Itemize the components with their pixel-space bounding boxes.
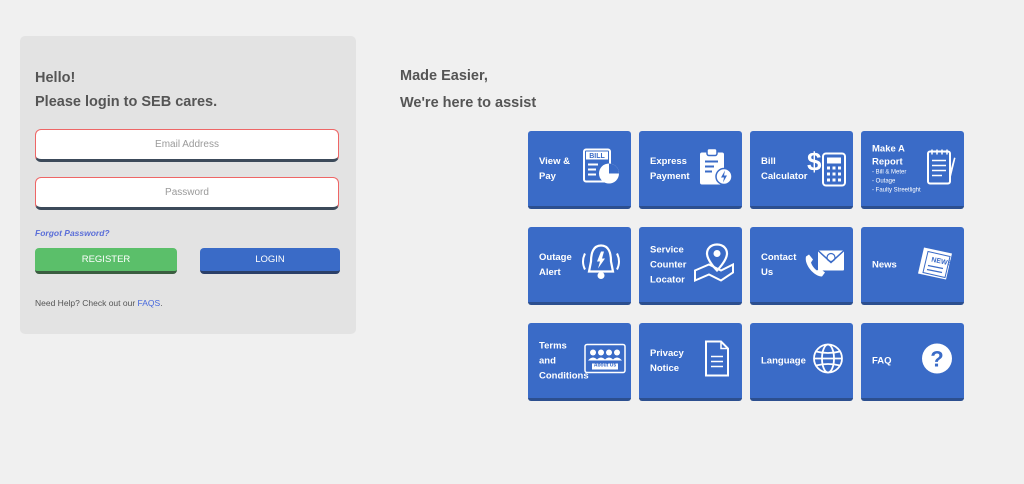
help-text: Need Help? Check out our FAQS. [35,298,163,308]
login-button[interactable]: LOGIN [200,248,340,274]
calculator-dollar-icon: $ [807,144,847,193]
clipboard-lightning-icon [696,145,734,192]
tile-label-line: News [872,259,897,270]
email-field[interactable] [35,129,339,162]
tile-privacy-notice[interactable]: Privacy Notice [639,323,742,401]
tile-faq[interactable]: FAQ ? [861,323,964,401]
tile-express-payment[interactable]: Express Payment [639,131,742,209]
forgot-password-link[interactable]: Forgot Password? [35,228,110,238]
tile-label-line: Report [872,156,903,167]
phone-envelope-icon [802,242,848,287]
tile-label-line: Payment [650,170,690,182]
tile-sub-line: - Faulty Streetlight [872,187,921,193]
tile-language[interactable]: Language [750,323,853,401]
tile-label: View & Pay [539,154,583,184]
tile-service-counter-locator[interactable]: Service Counter Locator [639,227,742,305]
tile-label-line: Bill [761,155,776,167]
about-us-icon-text: About Us [593,362,617,368]
tile-label: Service Counter Locator [650,242,694,287]
tile-label-line: Alert [539,266,561,278]
password-field[interactable] [35,177,339,210]
tile-label-line: Calculator [761,170,808,182]
tile-label: Express Payment [650,154,694,184]
tile-label: Bill Calculator [761,154,808,184]
tile-label-line: Express [650,155,687,167]
assist-heading-line2: We're here to assist [400,95,537,111]
greeting-hello: Hello! [35,70,76,86]
report-notepad-icon [924,145,956,192]
tile-sub-line: - Bill & Meter [872,169,907,175]
question-circle-icon: ? [920,341,954,380]
tile-label-line: Make A [872,143,905,154]
newspaper-icon: NEWS [916,241,958,288]
tile-label-line: Contact [761,251,797,263]
about-us-people-icon: About Us [584,343,626,378]
alert-bell-icon [579,241,623,288]
document-icon [702,338,732,383]
tile-label-line: Service [650,244,684,255]
tile-label: Privacy Notice [650,346,694,376]
globe-icon [811,341,845,380]
tile-make-a-report[interactable]: Make A Report - Bill & Meter - Outage - … [861,131,964,209]
tile-outage-alert[interactable]: Outage Alert [528,227,631,305]
svg-text:BILL: BILL [589,153,605,160]
tile-label-line: Counter [650,259,687,270]
help-suffix: . [160,298,163,308]
bill-pie-icon: BILL [581,145,623,192]
greeting-login-prompt: Please login to SEB cares. [35,94,218,110]
tile-label: FAQ [872,353,916,368]
tile-label-line: Pay [539,170,556,182]
tile-label: Make A Report - Bill & Meter - Outage - … [872,142,932,195]
tile-label: News [872,257,916,272]
assist-heading-line1: Made Easier, [400,68,488,84]
help-prefix: Need Help? Check out our [35,298,138,308]
faqs-link[interactable]: FAQS [138,298,161,308]
map-pin-icon [691,240,737,289]
tile-contact-us[interactable]: Contact Us [750,227,853,305]
tile-sub-line: - Outage [872,178,896,184]
tile-bill-calculator[interactable]: Bill Calculator $ [750,131,853,209]
tile-label: Contact Us [761,250,805,280]
tile-label-line: View & [539,155,570,167]
svg-text:$: $ [807,146,822,176]
login-card: Hello! Please login to SEB cares. Forgot… [20,36,356,334]
tile-label-line: Us [761,266,774,278]
tile-label-line: Locator [650,274,685,285]
tile-terms-and-conditions[interactable]: Terms and Conditions About Us [528,323,631,401]
tile-label-line: FAQ [872,355,892,366]
svg-text:?: ? [930,346,943,371]
tile-news[interactable]: News NEWS [861,227,964,305]
tile-label-line: Outage [539,251,572,263]
tile-view-and-pay[interactable]: View & Pay BILL [528,131,631,209]
tile-label: Outage Alert [539,250,583,280]
tile-label-line: Notice [650,362,680,374]
tile-label-line: Privacy [650,347,684,359]
register-button[interactable]: REGISTER [35,248,177,274]
